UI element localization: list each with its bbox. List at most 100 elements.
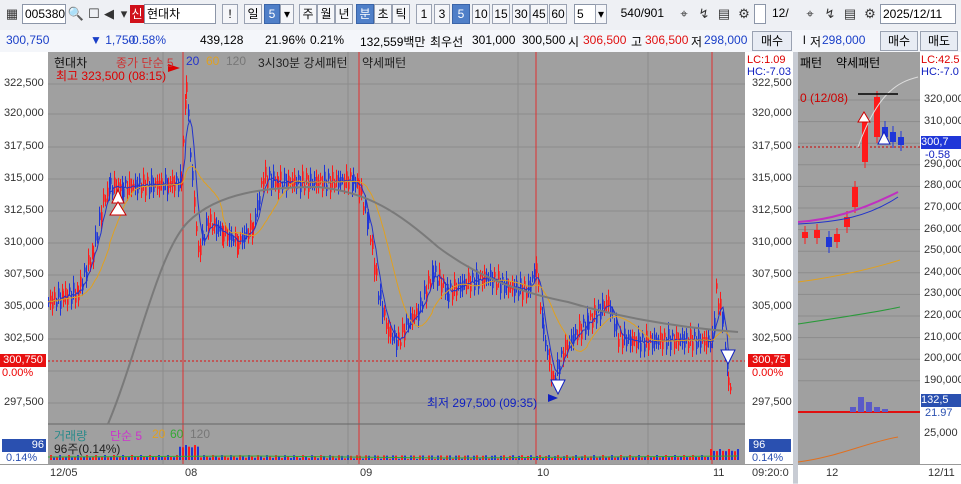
- x-label: 12/05: [50, 467, 78, 479]
- volume-bar: [227, 457, 229, 460]
- volume-bar: [356, 455, 358, 460]
- minute-button[interactable]: 분: [356, 4, 374, 24]
- count-dropdown[interactable]: ▾: [595, 4, 607, 24]
- second-button[interactable]: 초: [374, 4, 392, 24]
- volume-bar: [317, 458, 319, 460]
- right-low-label: l: [803, 33, 806, 47]
- volume-bar: [350, 455, 352, 460]
- candle-body: [435, 265, 437, 273]
- volume-bar: [71, 457, 73, 460]
- date-field[interactable]: 2025/12/11: [880, 4, 956, 24]
- sell-button-right[interactable]: 매도: [920, 31, 958, 51]
- candle-body: [420, 297, 422, 307]
- period-count[interactable]: 5: [264, 4, 280, 24]
- interval-3[interactable]: 3: [434, 4, 450, 24]
- candle-body: [728, 377, 730, 386]
- candle-body: [261, 181, 263, 185]
- y-tick-right: 307,500: [752, 268, 792, 280]
- period-dropdown[interactable]: ▾: [280, 4, 294, 24]
- draw-icon[interactable]: ↯: [694, 4, 714, 24]
- candle-body: [516, 280, 518, 288]
- grid-icon[interactable]: ▦: [2, 4, 22, 24]
- volume-bar: [716, 451, 718, 460]
- candle-body: [342, 177, 344, 181]
- period-day-button[interactable]: 일: [244, 4, 262, 24]
- volume-bar: [461, 458, 463, 460]
- gear-icon[interactable]: ⚙: [860, 4, 880, 24]
- crosshair-icon[interactable]: ⌖: [674, 4, 694, 24]
- volume-bar: [680, 456, 682, 460]
- buy-button[interactable]: 매수: [752, 31, 792, 51]
- candle-body: [575, 328, 577, 335]
- price-chart-svg: [48, 52, 745, 464]
- volume-bar: [398, 458, 400, 460]
- stock-name-field[interactable]: 현대차: [144, 4, 216, 24]
- save-icon[interactable]: ▤: [840, 4, 860, 24]
- y-tick-right: 322,500: [752, 77, 792, 89]
- info-button[interactable]: !: [222, 4, 238, 24]
- side-vol-tick: 25,000: [924, 427, 958, 439]
- volume-bar: [434, 458, 436, 460]
- candle-body: [454, 279, 456, 290]
- interval-60[interactable]: 60: [549, 4, 567, 24]
- interval-1[interactable]: 1: [416, 4, 432, 24]
- candle-body: [185, 100, 187, 109]
- volume-pct: 21.96%: [265, 33, 306, 47]
- vol-ma-line: [798, 436, 899, 463]
- volume-bar: [488, 458, 490, 460]
- candle-body: [114, 177, 116, 188]
- candle-body: [834, 234, 840, 242]
- y-tick-left: 305,000: [4, 300, 44, 312]
- volume-bar: [182, 447, 184, 460]
- candle-body: [382, 307, 384, 318]
- candle-body: [696, 341, 698, 349]
- gear-icon[interactable]: ⚙: [734, 4, 754, 24]
- search-icon[interactable]: 🔍: [66, 4, 86, 24]
- draw-icon[interactable]: ↯: [820, 4, 840, 24]
- candle-body: [69, 287, 71, 292]
- candle-body: [441, 283, 443, 293]
- candle-body: [97, 236, 99, 240]
- candle-body: [626, 339, 628, 347]
- interval-45[interactable]: 45: [530, 4, 548, 24]
- volume-bar: [686, 457, 688, 460]
- interval-15[interactable]: 15: [492, 4, 510, 24]
- week-button[interactable]: 주: [299, 4, 317, 24]
- buy-button-right[interactable]: 매수: [880, 31, 918, 51]
- low: 298,000: [704, 33, 748, 47]
- save-icon[interactable]: ▤: [714, 4, 734, 24]
- candle-body: [271, 180, 273, 190]
- volume-bar: [443, 458, 445, 460]
- count-select[interactable]: 5: [574, 4, 596, 24]
- candle-body: [350, 172, 352, 177]
- volume-bar: [299, 458, 301, 460]
- candle-body: [210, 214, 212, 222]
- candle-body: [474, 282, 476, 291]
- right-low-label2: 저: [810, 35, 822, 49]
- volume-bar: [329, 455, 331, 460]
- side-chart-pane[interactable]: [798, 52, 920, 464]
- side-pattern: 패턴: [800, 56, 823, 70]
- volume-bar: [659, 457, 661, 460]
- candle-body: [690, 329, 692, 340]
- volume-bar: [569, 457, 571, 460]
- volume-bar: [107, 457, 109, 460]
- candle-body: [370, 238, 372, 242]
- interval-5[interactable]: 5: [452, 4, 470, 24]
- volume-bar: [656, 455, 658, 460]
- volume-bar: [737, 449, 739, 460]
- tick-button[interactable]: 틱: [392, 4, 410, 24]
- year-button[interactable]: 년: [335, 4, 353, 24]
- interval-10[interactable]: 10: [472, 4, 490, 24]
- candle-body: [852, 187, 858, 207]
- main-chart-pane[interactable]: [48, 52, 745, 464]
- checkbox[interactable]: [754, 4, 766, 24]
- candle-body: [56, 302, 58, 307]
- x-label: 09: [360, 467, 373, 479]
- month-button[interactable]: 월: [317, 4, 335, 24]
- interval-30[interactable]: 30: [512, 4, 530, 24]
- stock-code-input[interactable]: 005380: [22, 4, 66, 24]
- lc-label: LC:1.09: [747, 54, 786, 66]
- candle-body: [334, 183, 336, 189]
- crosshair-icon[interactable]: ⌖: [800, 4, 820, 24]
